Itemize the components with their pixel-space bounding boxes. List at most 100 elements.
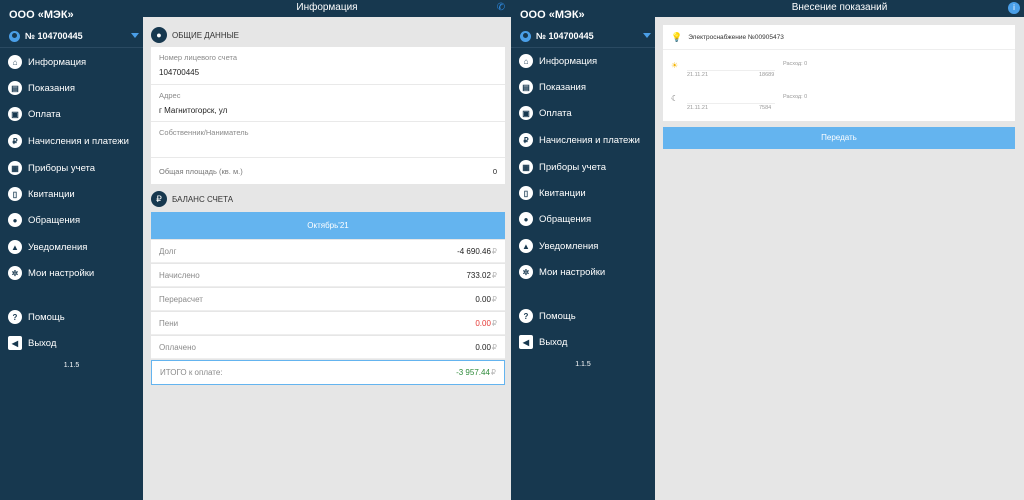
account-selector[interactable]: № 104700445: [520, 29, 651, 43]
sidebar-item-settings[interactable]: ✲ Мои настройки: [8, 264, 139, 282]
field-label: Адрес: [159, 91, 181, 100]
sidebar-item-information[interactable]: ⌂ Информация: [8, 53, 139, 71]
sidebar-item-logout[interactable]: ◀ Выход: [519, 333, 651, 351]
sidebar-item-readings[interactable]: ▤ Показания: [519, 78, 651, 96]
address-field: Адрес г Магнитогорск, ул: [159, 91, 497, 115]
sidebar-item-requests[interactable]: ● Обращения: [8, 211, 139, 229]
consumption-label: Расход: 0: [783, 61, 808, 67]
meter-card: 💡 Электроснабжение №00905473 ☀ Расход: 0…: [663, 25, 1015, 121]
sidebar-item-requests[interactable]: ● Обращения: [519, 210, 651, 228]
row-value: -4 690.46₽: [457, 246, 497, 256]
sidebar-item-notifications[interactable]: ▲ Уведомления: [8, 238, 139, 256]
month-selector[interactable]: Октябрь'21: [151, 212, 505, 239]
ruble-icon: ₽: [151, 191, 167, 207]
sidebar-item-charges[interactable]: ₽ Начисления и платежи: [519, 131, 651, 149]
sidebar-item-payment[interactable]: ▣ Оплата: [519, 104, 651, 122]
sidebar-item-label: Начисления и платежи: [539, 134, 640, 146]
wallet-icon: ▣: [8, 107, 22, 121]
night-reading-input[interactable]: [687, 91, 775, 104]
sidebar-item-meters[interactable]: ▦ Приборы учета: [519, 158, 651, 176]
wallet-icon: ▣: [519, 106, 533, 120]
counter-icon: ▤: [8, 81, 22, 95]
sidebar-item-payment[interactable]: ▣ Оплата: [8, 105, 139, 123]
balance-row-charged: Начислено 733.02₽: [151, 264, 505, 287]
account-selector[interactable]: № 104700445: [9, 29, 139, 43]
divider: [151, 157, 505, 158]
balance-row-paid: Оплачено 0.00₽: [151, 336, 505, 359]
sidebar-item-label: Помощь: [28, 311, 65, 323]
sidebar-item-logout[interactable]: ◀ Выход: [8, 334, 139, 352]
gear-icon: ✲: [519, 265, 533, 279]
field-value: г Магнитогорск, ул: [159, 106, 228, 115]
sidebar-item-label: Уведомления: [28, 241, 88, 253]
section-title: ОБЩИЕ ДАННЫЕ: [172, 30, 240, 40]
row-label: Оплачено: [159, 342, 196, 352]
area-row: Общая площадь (кв. м.) 0: [159, 167, 497, 176]
sidebar-item-notifications[interactable]: ▲ Уведомления: [519, 237, 651, 255]
account-field: Номер лицевого счета 104700445: [159, 53, 497, 77]
day-reading-input[interactable]: [687, 58, 775, 71]
sidebar-item-label: Показания: [28, 82, 75, 94]
row-label: Пени: [159, 318, 179, 328]
gear-icon: ✲: [8, 266, 22, 280]
previous-reading: 7584: [759, 105, 772, 111]
row-value: 0.00₽: [475, 342, 497, 352]
row-label: Начислено: [159, 270, 200, 280]
sidebar-item-information[interactable]: ⌂ Информация: [519, 52, 651, 70]
row-value: 0.00₽: [475, 318, 497, 328]
sidebar-item-receipts[interactable]: ▯ Квитанции: [519, 184, 651, 202]
row-value: -3 957.44₽: [456, 368, 496, 377]
home-icon: ⌂: [8, 55, 22, 69]
section-header-balance: ₽ БАЛАНС СЧЕТА: [151, 188, 505, 210]
sidebar-item-charges[interactable]: ₽ Начисления и платежи: [8, 132, 139, 150]
account-number: № 104700445: [536, 31, 594, 41]
reading-date: 21.11.21: [687, 105, 709, 111]
app-version: 1.1.5: [575, 361, 591, 368]
document-icon: ▯: [8, 187, 22, 201]
sidebar-item-label: Оплата: [28, 108, 61, 120]
sidebar-item-label: Приборы учета: [28, 162, 96, 174]
meter-header: 💡 Электроснабжение №00905473: [671, 32, 784, 43]
sidebar-item-label: Квитанции: [28, 188, 75, 200]
sidebar-item-receipts[interactable]: ▯ Квитанции: [8, 185, 139, 203]
calculator-icon: ▦: [519, 160, 533, 174]
divider: [151, 121, 505, 122]
submit-button[interactable]: Передать: [663, 127, 1015, 149]
row-label: Долг: [159, 246, 177, 256]
chat-icon: ●: [8, 213, 22, 227]
sidebar-item-label: Выход: [28, 337, 57, 349]
chevron-down-icon: [643, 33, 651, 38]
org-name: ООО «МЭК»: [520, 9, 585, 21]
sidebar-item-help[interactable]: ? Помощь: [8, 308, 139, 326]
sidebar-item-label: Выход: [539, 336, 568, 348]
reading-date: 21.11.21: [687, 72, 709, 78]
row-value: 0.00₽: [475, 294, 497, 304]
balance-row-penalty: Пени 0.00₽: [151, 312, 505, 335]
sidebar-item-help[interactable]: ? Помощь: [519, 307, 651, 325]
meter-row-day: ☀ Расход: 0 21.11.21 18689: [671, 58, 1007, 78]
chat-icon: ●: [519, 212, 533, 226]
meter-row-night: ☾ Расход: 0 21.11.21 7584: [671, 91, 1007, 111]
section-title: БАЛАНС СЧЕТА: [172, 194, 234, 204]
user-icon: [9, 30, 20, 42]
info-icon[interactable]: i: [1008, 2, 1020, 14]
previous-reading: 18689: [759, 72, 775, 78]
org-name: ООО «МЭК»: [9, 9, 74, 21]
app-version: 1.1.5: [63, 362, 80, 369]
sidebar-item-readings[interactable]: ▤ Показания: [8, 79, 139, 97]
ruble-icon: ₽: [519, 133, 533, 147]
sidebar-item-meters[interactable]: ▦ Приборы учета: [8, 159, 139, 177]
general-card: Номер лицевого счета 104700445 Адрес г М…: [151, 47, 505, 184]
sidebar-item-label: Помощь: [539, 310, 576, 322]
header-bar: Внесение показаний i: [655, 0, 1024, 17]
moon-icon: ☾: [671, 94, 679, 103]
balance-row-recalc: Перерасчет 0.00₽: [151, 288, 505, 311]
sidebar-item-label: Приборы учета: [539, 161, 607, 173]
sidebar-item-settings[interactable]: ✲ Мои настройки: [519, 263, 651, 281]
divider: [511, 47, 655, 48]
sidebar-item-label: Информация: [539, 55, 598, 67]
phone-icon[interactable]: ✆: [495, 2, 507, 14]
section-header-general: ● ОБЩИЕ ДАННЫЕ: [151, 24, 505, 46]
sidebar-item-label: Оплата: [539, 107, 572, 119]
help-icon: ?: [8, 310, 22, 324]
